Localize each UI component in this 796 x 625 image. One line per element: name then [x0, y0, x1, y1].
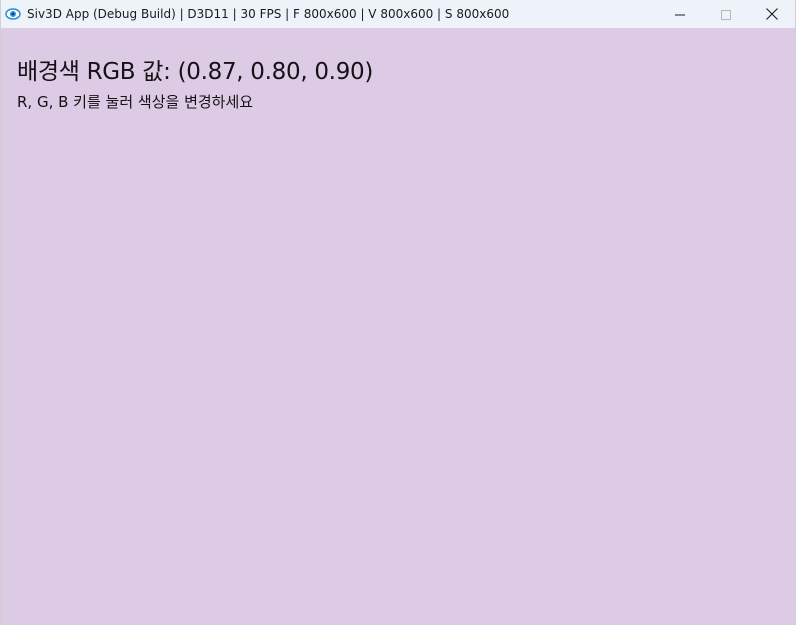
window-title: Siv3D App (Debug Build) | D3D11 | 30 FPS…	[27, 7, 510, 21]
close-icon	[766, 5, 778, 24]
minimize-button[interactable]	[657, 0, 703, 28]
app-canvas[interactable]: 배경색 RGB 값: (0.87, 0.80, 0.90) R, G, B 키를…	[1, 28, 795, 625]
title-bar[interactable]: Siv3D App (Debug Build) | D3D11 | 30 FPS…	[1, 0, 795, 28]
key-hint-text: R, G, B 키를 눌러 색상을 변경하세요	[17, 93, 254, 111]
close-button[interactable]	[749, 0, 795, 28]
maximize-icon	[721, 5, 731, 24]
app-window: Siv3D App (Debug Build) | D3D11 | 30 FPS…	[0, 0, 796, 625]
minimize-icon	[675, 5, 685, 24]
background-rgb-heading: 배경색 RGB 값: (0.87, 0.80, 0.90)	[17, 59, 374, 85]
maximize-button[interactable]	[703, 0, 749, 28]
window-controls	[657, 0, 795, 28]
siv3d-eye-icon	[5, 6, 21, 22]
